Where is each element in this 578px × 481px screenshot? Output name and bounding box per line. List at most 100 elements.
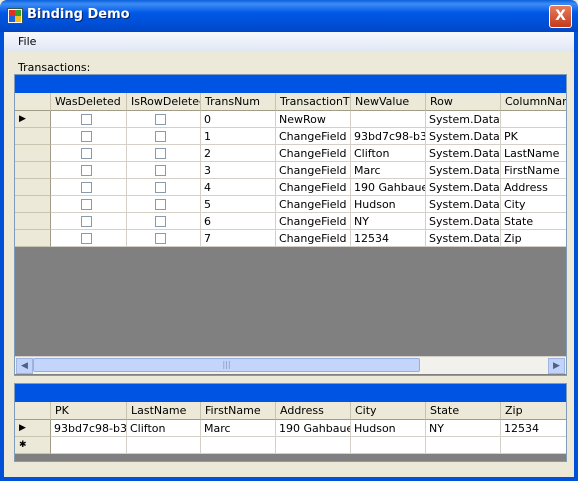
checkbox[interactable] [155,233,166,244]
checkbox[interactable] [155,165,166,176]
cell-columnname[interactable]: Address [501,179,566,196]
checkbox[interactable] [81,114,92,125]
table-row[interactable]: ▶ 0 NewRow System.Data. [15,111,566,128]
checkbox[interactable] [81,182,92,193]
col-header-address[interactable]: Address [276,402,351,420]
row-header[interactable] [15,213,51,230]
table-row[interactable]: 4 ChangeField 190 Gahbaue System.Data. Addre… [15,179,566,196]
cell-transnum[interactable]: 5 [201,196,276,213]
close-button[interactable]: X [549,5,572,28]
col-header-pk[interactable]: PK [51,402,127,420]
cell-pk[interactable]: 93bd7c98-b3 [51,420,127,437]
cell-state[interactable] [426,437,501,454]
cell-newvalue[interactable] [351,111,426,128]
cell-newvalue[interactable]: 93bd7c98-b3 [351,128,426,145]
cell-row[interactable]: System.Data. [426,111,501,128]
row-header[interactable] [15,196,51,213]
cell-wasdeleted[interactable] [51,111,127,128]
checkbox[interactable] [81,148,92,159]
cell-row[interactable]: System.Data. [426,162,501,179]
col-header-transactiontype[interactable]: TransactionT [276,93,351,111]
checkbox[interactable] [81,165,92,176]
col-header-row[interactable]: Row [426,93,501,111]
col-header-state[interactable]: State [426,402,501,420]
cell-wasdeleted[interactable] [51,213,127,230]
cell-newvalue[interactable]: Hudson [351,196,426,213]
cell-address[interactable]: 190 Gahbaue [276,420,351,437]
col-header-city[interactable]: City [351,402,426,420]
cell-wasdeleted[interactable] [51,128,127,145]
cell-newvalue[interactable]: 12534 [351,230,426,247]
cell-row[interactable]: System.Data. [426,230,501,247]
cell-wasdeleted[interactable] [51,196,127,213]
cell-transnum[interactable]: 2 [201,145,276,162]
cell-row[interactable]: System.Data. [426,196,501,213]
checkbox[interactable] [155,114,166,125]
row-header[interactable]: ▶ [15,111,51,128]
row-header[interactable] [15,145,51,162]
cell-transnum[interactable]: 4 [201,179,276,196]
cell-transactiontype[interactable]: ChangeField [276,230,351,247]
title-bar[interactable]: Binding Demo X [0,0,578,32]
new-row[interactable]: ✱ [15,437,566,454]
cell-columnname[interactable] [501,111,566,128]
table-row[interactable]: 1 ChangeField 93bd7c98-b3 System.Data. PK [15,128,566,145]
cell-transnum[interactable]: 3 [201,162,276,179]
row-header[interactable]: ▶ [15,420,51,437]
cell-transnum[interactable]: 7 [201,230,276,247]
cell-transactiontype[interactable]: NewRow [276,111,351,128]
cell-transnum[interactable]: 0 [201,111,276,128]
cell-isrowdeleted[interactable] [127,213,201,230]
cell-transactiontype[interactable]: ChangeField [276,213,351,230]
checkbox[interactable] [155,216,166,227]
cell-row[interactable]: System.Data. [426,213,501,230]
record-grid[interactable]: PK LastName FirstName Address City State… [14,383,567,462]
cell-isrowdeleted[interactable] [127,111,201,128]
cell-lastname[interactable] [127,437,201,454]
cell-columnname[interactable]: FirstName [501,162,566,179]
cell-isrowdeleted[interactable] [127,162,201,179]
checkbox[interactable] [155,182,166,193]
scroll-right-icon[interactable]: ▶ [548,358,565,374]
checkbox[interactable] [81,131,92,142]
cell-transactiontype[interactable]: ChangeField [276,179,351,196]
checkbox[interactable] [81,233,92,244]
row-header[interactable] [15,128,51,145]
col-header-isrowdeleted[interactable]: IsRowDeleted [127,93,201,111]
cell-newvalue[interactable]: NY [351,213,426,230]
col-header-wasdeleted[interactable]: WasDeleted [51,93,127,111]
cell-columnname[interactable]: City [501,196,566,213]
row-header[interactable] [15,162,51,179]
cell-isrowdeleted[interactable] [127,230,201,247]
cell-zip[interactable] [501,437,566,454]
cell-state[interactable]: NY [426,420,501,437]
cell-isrowdeleted[interactable] [127,179,201,196]
checkbox[interactable] [155,148,166,159]
scroll-left-icon[interactable]: ◀ [16,358,33,374]
cell-isrowdeleted[interactable] [127,145,201,162]
cell-city[interactable]: Hudson [351,420,426,437]
cell-zip[interactable]: 12534 [501,420,566,437]
row-header[interactable] [15,230,51,247]
cell-firstname[interactable]: Marc [201,420,276,437]
table-row[interactable]: 7 ChangeField 12534 System.Data. Zip [15,230,566,247]
cell-transnum[interactable]: 1 [201,128,276,145]
cell-row[interactable]: System.Data. [426,145,501,162]
menu-file[interactable]: File [18,35,36,48]
col-header-columnname[interactable]: ColumnNam [501,93,566,111]
col-header-newvalue[interactable]: NewValue [351,93,426,111]
cell-newvalue[interactable]: 190 Gahbaue [351,179,426,196]
cell-transnum[interactable]: 6 [201,213,276,230]
table-row[interactable]: 2 ChangeField Clifton System.Data. LastName [15,145,566,162]
cell-columnname[interactable]: LastName [501,145,566,162]
row-header[interactable] [15,179,51,196]
horizontal-scrollbar[interactable]: ◀ ||| ▶ [15,356,566,374]
cell-wasdeleted[interactable] [51,145,127,162]
scroll-thumb[interactable]: ||| [33,358,420,372]
cell-lastname[interactable]: Clifton [127,420,201,437]
checkbox[interactable] [155,131,166,142]
cell-row[interactable]: System.Data. [426,179,501,196]
cell-address[interactable] [276,437,351,454]
cell-pk[interactable] [51,437,127,454]
cell-city[interactable] [351,437,426,454]
